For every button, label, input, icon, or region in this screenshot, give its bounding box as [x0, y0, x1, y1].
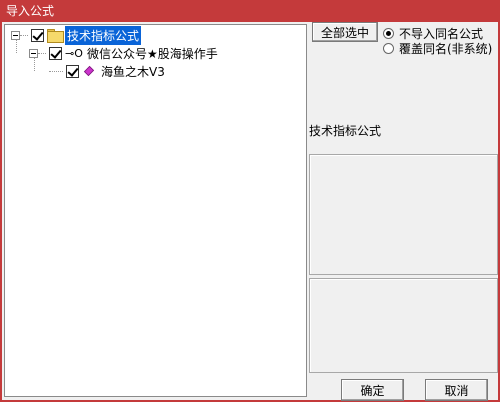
folder-icon: [47, 29, 64, 43]
root-checkbox[interactable]: [31, 28, 44, 42]
title-bar[interactable]: 导入公式: [0, 0, 500, 22]
child-checkbox[interactable]: [49, 46, 62, 60]
leaf-checkbox[interactable]: [66, 64, 79, 78]
ok-button[interactable]: 确定: [341, 379, 404, 401]
tree-node-label[interactable]: 微信公众号★股海操作手: [85, 44, 220, 63]
tree-node-root[interactable]: 技术指标公式: [11, 25, 142, 45]
collapse-icon[interactable]: [29, 48, 38, 58]
radio-no-import-control[interactable]: [383, 28, 394, 39]
description-panel: [309, 154, 498, 275]
select-all-button[interactable]: 全部选中: [312, 22, 378, 42]
tree-node-child[interactable]: ⊸O 微信公众号★股海操作手: [29, 44, 220, 62]
window-title: 导入公式: [6, 4, 55, 18]
cancel-button[interactable]: 取消: [425, 379, 488, 401]
category-label: 技术指标公式: [309, 124, 382, 138]
dialog-body: 技术指标公式 ⊸O 微信公众号★股海操作手 海鱼之木V3 全部选中 不导入同名公…: [0, 22, 500, 402]
key-icon: ⊸O: [65, 46, 83, 60]
tree-node-label[interactable]: 技术指标公式: [65, 25, 142, 45]
radio-overwrite-control[interactable]: [383, 43, 394, 54]
tree-node-label[interactable]: 海鱼之木V3: [99, 62, 167, 81]
formula-tree[interactable]: 技术指标公式 ⊸O 微信公众号★股海操作手 海鱼之木V3: [4, 24, 307, 397]
collapse-icon[interactable]: [11, 30, 20, 40]
detail-panel: [309, 278, 498, 373]
tree-node-leaf[interactable]: 海鱼之木V3: [49, 62, 167, 80]
radio-overwrite[interactable]: 覆盖同名(非系统): [383, 40, 492, 57]
formula-icon: [83, 65, 95, 77]
